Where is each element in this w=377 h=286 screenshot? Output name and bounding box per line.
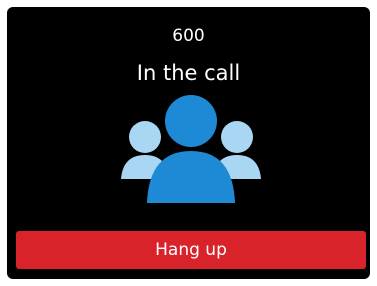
main-participant-icon: [147, 95, 235, 203]
conference-group-icon: [121, 95, 261, 203]
call-number: 600: [172, 26, 205, 46]
hang-up-button[interactable]: Hang up: [16, 231, 366, 269]
call-status: In the call: [136, 61, 241, 85]
